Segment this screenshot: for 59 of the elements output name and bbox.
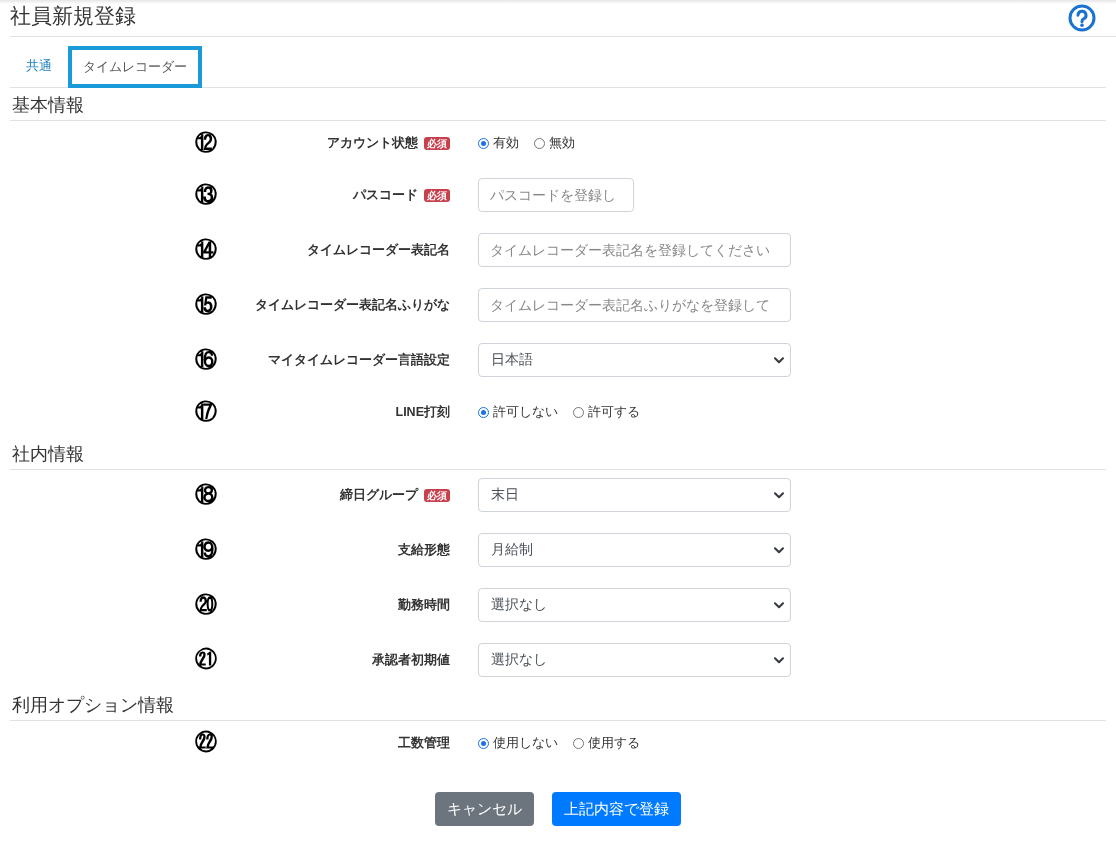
callout-number: ⑱	[194, 482, 218, 508]
section-heading: 利用オプション情報	[11, 694, 175, 717]
callout-number: ⑬	[194, 182, 218, 208]
radio-button[interactable]	[478, 737, 489, 749]
field-label: 支給形態	[398, 542, 450, 558]
field-label: 締日グループ	[340, 487, 418, 503]
radio-option[interactable]: 使用しない	[478, 735, 558, 751]
radio-option[interactable]: 有効	[478, 135, 519, 151]
input-field[interactable]: タイムレコーダー表記名ふりがなを登録して	[478, 288, 791, 322]
radio-option[interactable]: 許可しない	[478, 404, 558, 420]
radio-button[interactable]	[573, 737, 584, 749]
dropdown[interactable]: 日本語	[478, 343, 791, 377]
callout-number: ⑭	[194, 237, 218, 263]
field-label: 勤務時間	[398, 597, 450, 613]
callout-number: ⑳	[194, 592, 218, 618]
radio-option[interactable]: 無効	[534, 135, 575, 151]
field-label: アカウント状態	[327, 135, 418, 151]
callout-number: ⑮	[194, 292, 218, 318]
callout-number: ⑫	[194, 130, 218, 156]
tab[interactable]: 共通	[10, 45, 68, 87]
section-heading: 基本情報	[11, 94, 85, 117]
dropdown[interactable]: 月給制	[478, 533, 791, 567]
input-field[interactable]: タイムレコーダー表記名を登録してください	[478, 233, 791, 267]
radio-button[interactable]	[573, 406, 584, 418]
callout-number: ⑯	[194, 347, 218, 373]
callout-number: ㉒	[194, 730, 218, 756]
tab[interactable]: タイムレコーダー	[68, 46, 202, 88]
dropdown[interactable]: 選択なし	[478, 588, 791, 622]
chevron-down-icon	[774, 356, 784, 364]
callout-number: ⑲	[194, 537, 218, 563]
chevron-down-icon	[774, 491, 784, 499]
field-label: タイムレコーダー表記名	[307, 242, 450, 258]
radio-option[interactable]: 使用する	[573, 735, 640, 751]
field-label: パスコード	[353, 187, 418, 203]
field-label: 工数管理	[398, 735, 450, 751]
field-label: タイムレコーダー表記名ふりがな	[255, 297, 450, 313]
field-label: マイタイムレコーダー言語設定	[268, 352, 450, 368]
submit-button[interactable]: 上記内容で登録	[552, 792, 681, 826]
radio-button[interactable]	[478, 137, 489, 149]
radio-button[interactable]	[534, 137, 545, 149]
section-heading: 社内情報	[11, 443, 85, 466]
cancel-button[interactable]: キャンセル	[435, 792, 534, 826]
page-title: 社員新規登録	[10, 3, 136, 29]
chevron-down-icon	[774, 656, 784, 664]
help-icon[interactable]	[1068, 4, 1096, 32]
callout-number: ⑰	[194, 399, 218, 425]
required-badge: 必須	[424, 136, 450, 150]
callout-number: ㉑	[194, 647, 218, 673]
field-label: LINE打刻	[395, 404, 450, 420]
chevron-down-icon	[774, 546, 784, 554]
chevron-down-icon	[774, 601, 784, 609]
dropdown[interactable]: 選択なし	[478, 643, 791, 677]
required-badge: 必須	[424, 488, 450, 502]
required-badge: 必須	[424, 188, 450, 202]
radio-option[interactable]: 許可する	[573, 404, 640, 420]
radio-button[interactable]	[478, 406, 489, 418]
input-field[interactable]: パスコードを登録し	[478, 178, 634, 212]
field-label: 承認者初期値	[372, 652, 450, 668]
dropdown[interactable]: 末日	[478, 478, 791, 512]
